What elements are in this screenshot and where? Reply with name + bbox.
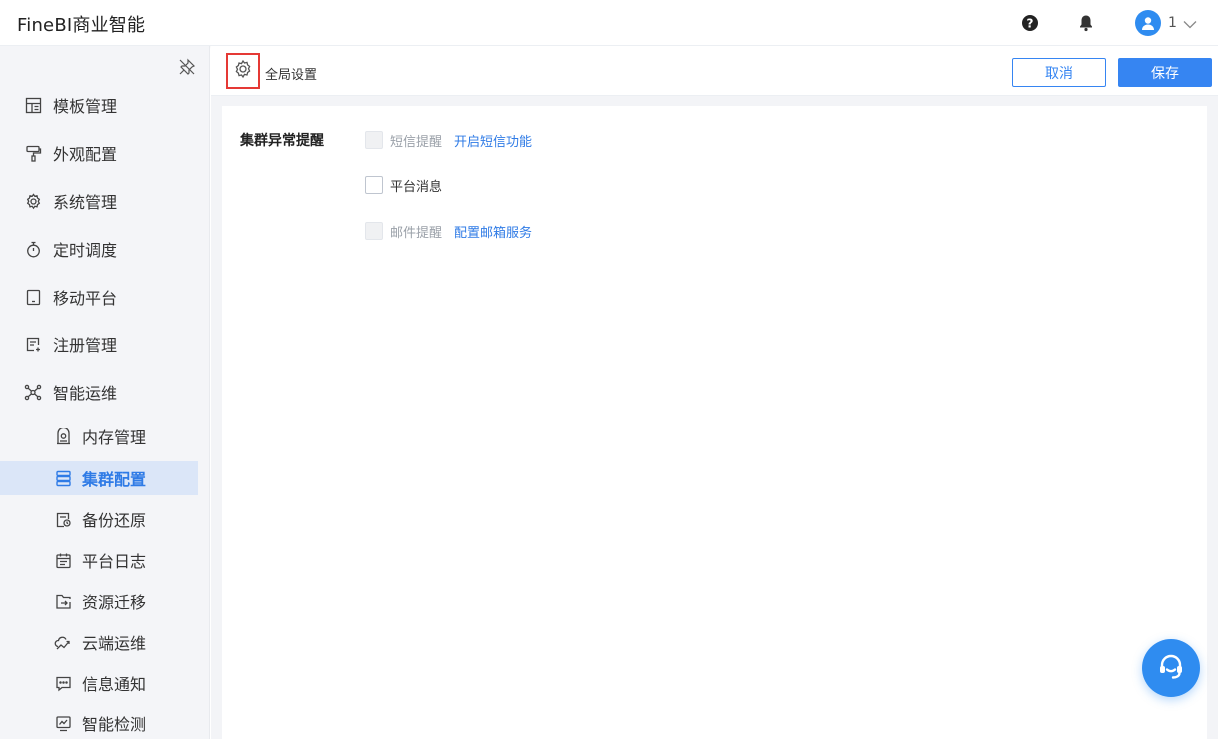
sidebar: 模板管理 外观配置 系统管理 定时调度 移动平台 注册管理 智能运维 内存管理 … [0, 46, 210, 739]
sidebar-subitem-smart-detection[interactable]: 智能检测 [0, 706, 198, 739]
template-icon [24, 96, 42, 114]
sms-alert-option: 短信提醒 开启短信功能 [365, 130, 532, 150]
cancel-button[interactable]: 取消 [1012, 58, 1106, 87]
unpin-icon[interactable] [178, 58, 196, 80]
migrate-icon [54, 592, 72, 610]
sidebar-item-label: 智能运维 [53, 384, 118, 403]
svg-text:?: ? [1027, 17, 1034, 31]
email-alert-option: 邮件提醒 配置邮箱服务 [365, 221, 532, 241]
settings-toolbar: 全局设置 取消 保存 [211, 46, 1218, 96]
sidebar-item-appearance[interactable]: 外观配置 [0, 135, 210, 171]
sidebar-item-label: 注册管理 [53, 336, 118, 355]
save-button[interactable]: 保存 [1118, 58, 1212, 87]
sms-alert-checkbox [365, 131, 383, 149]
headset-icon [1155, 650, 1187, 686]
paint-roller-icon [24, 144, 42, 162]
sidebar-item-label: 信息通知 [82, 675, 147, 694]
memory-icon [54, 427, 72, 445]
app-title: FineBI商业智能 [17, 15, 146, 36]
sidebar-item-system-management[interactable]: 系统管理 [0, 183, 210, 219]
platform-message-checkbox[interactable] [365, 176, 383, 194]
sidebar-item-template-management[interactable]: 模板管理 [0, 87, 210, 123]
global-settings-gear-button[interactable] [226, 53, 260, 89]
bell-icon[interactable] [1076, 13, 1096, 33]
monitor-icon [54, 714, 72, 732]
top-header: FineBI商业智能 ? 1 [0, 0, 1218, 46]
sidebar-item-label: 智能检测 [82, 715, 147, 734]
configure-email-link[interactable]: 配置邮箱服务 [454, 222, 532, 241]
main-content: 全局设置 取消 保存 集群异常提醒 短信提醒 开启短信功能 平台消息 邮件提醒 … [211, 46, 1218, 739]
chevron-down-icon [1183, 14, 1197, 33]
user-avatar-icon [1135, 10, 1161, 36]
email-alert-checkbox [365, 222, 383, 240]
sidebar-item-label: 备份还原 [82, 511, 147, 530]
gear-icon [24, 192, 42, 210]
sidebar-item-label: 云端运维 [82, 634, 147, 653]
sidebar-subitem-backup-restore[interactable]: 备份还原 [0, 502, 198, 536]
tablet-icon [24, 288, 42, 306]
register-icon [24, 335, 42, 353]
sidebar-item-label: 系统管理 [53, 193, 118, 212]
enable-sms-link[interactable]: 开启短信功能 [454, 131, 532, 150]
sidebar-subitem-cloud-ops[interactable]: 云端运维 [0, 625, 198, 659]
sidebar-item-label: 集群配置 [82, 470, 147, 489]
sidebar-item-registration[interactable]: 注册管理 [0, 326, 210, 362]
sidebar-subitem-memory-management[interactable]: 内存管理 [0, 419, 198, 453]
stopwatch-icon [24, 240, 42, 258]
sidebar-item-label: 模板管理 [53, 97, 118, 116]
sidebar-subitem-notifications[interactable]: 信息通知 [0, 666, 198, 700]
platform-message-label[interactable]: 平台消息 [390, 176, 442, 195]
message-icon [54, 674, 72, 692]
sidebar-item-intelligent-ops[interactable]: 智能运维 [0, 374, 210, 410]
sidebar-item-label: 外观配置 [53, 145, 118, 164]
calendar-log-icon [54, 551, 72, 569]
help-icon[interactable]: ? [1020, 13, 1040, 33]
cluster-alert-section-label: 集群异常提醒 [240, 133, 324, 149]
sidebar-item-scheduling[interactable]: 定时调度 [0, 231, 210, 267]
cluster-icon [54, 469, 72, 487]
customer-support-button[interactable] [1142, 639, 1200, 697]
gear-icon [233, 59, 253, 83]
platform-message-option: 平台消息 [365, 175, 442, 195]
page-title: 全局设置 [265, 68, 318, 83]
sidebar-item-label: 定时调度 [53, 241, 118, 260]
backup-icon [54, 510, 72, 528]
cloud-ops-icon [54, 633, 72, 651]
settings-panel: 集群异常提醒 短信提醒 开启短信功能 平台消息 邮件提醒 配置邮箱服务 [222, 106, 1207, 739]
sms-alert-label: 短信提醒 [390, 134, 443, 150]
sidebar-item-label: 移动平台 [53, 289, 118, 308]
user-name: 1 [1168, 15, 1177, 31]
sidebar-item-label: 平台日志 [82, 552, 147, 571]
sidebar-item-mobile-platform[interactable]: 移动平台 [0, 279, 210, 315]
network-icon [24, 383, 42, 401]
sidebar-subitem-platform-log[interactable]: 平台日志 [0, 543, 198, 577]
user-menu[interactable]: 1 [1135, 10, 1197, 36]
sidebar-item-label: 资源迁移 [82, 593, 147, 612]
sidebar-subitem-cluster-config[interactable]: 集群配置 [0, 461, 198, 495]
sidebar-item-label: 内存管理 [82, 428, 147, 447]
email-alert-label: 邮件提醒 [390, 225, 443, 241]
sidebar-subitem-resource-migration[interactable]: 资源迁移 [0, 584, 198, 618]
